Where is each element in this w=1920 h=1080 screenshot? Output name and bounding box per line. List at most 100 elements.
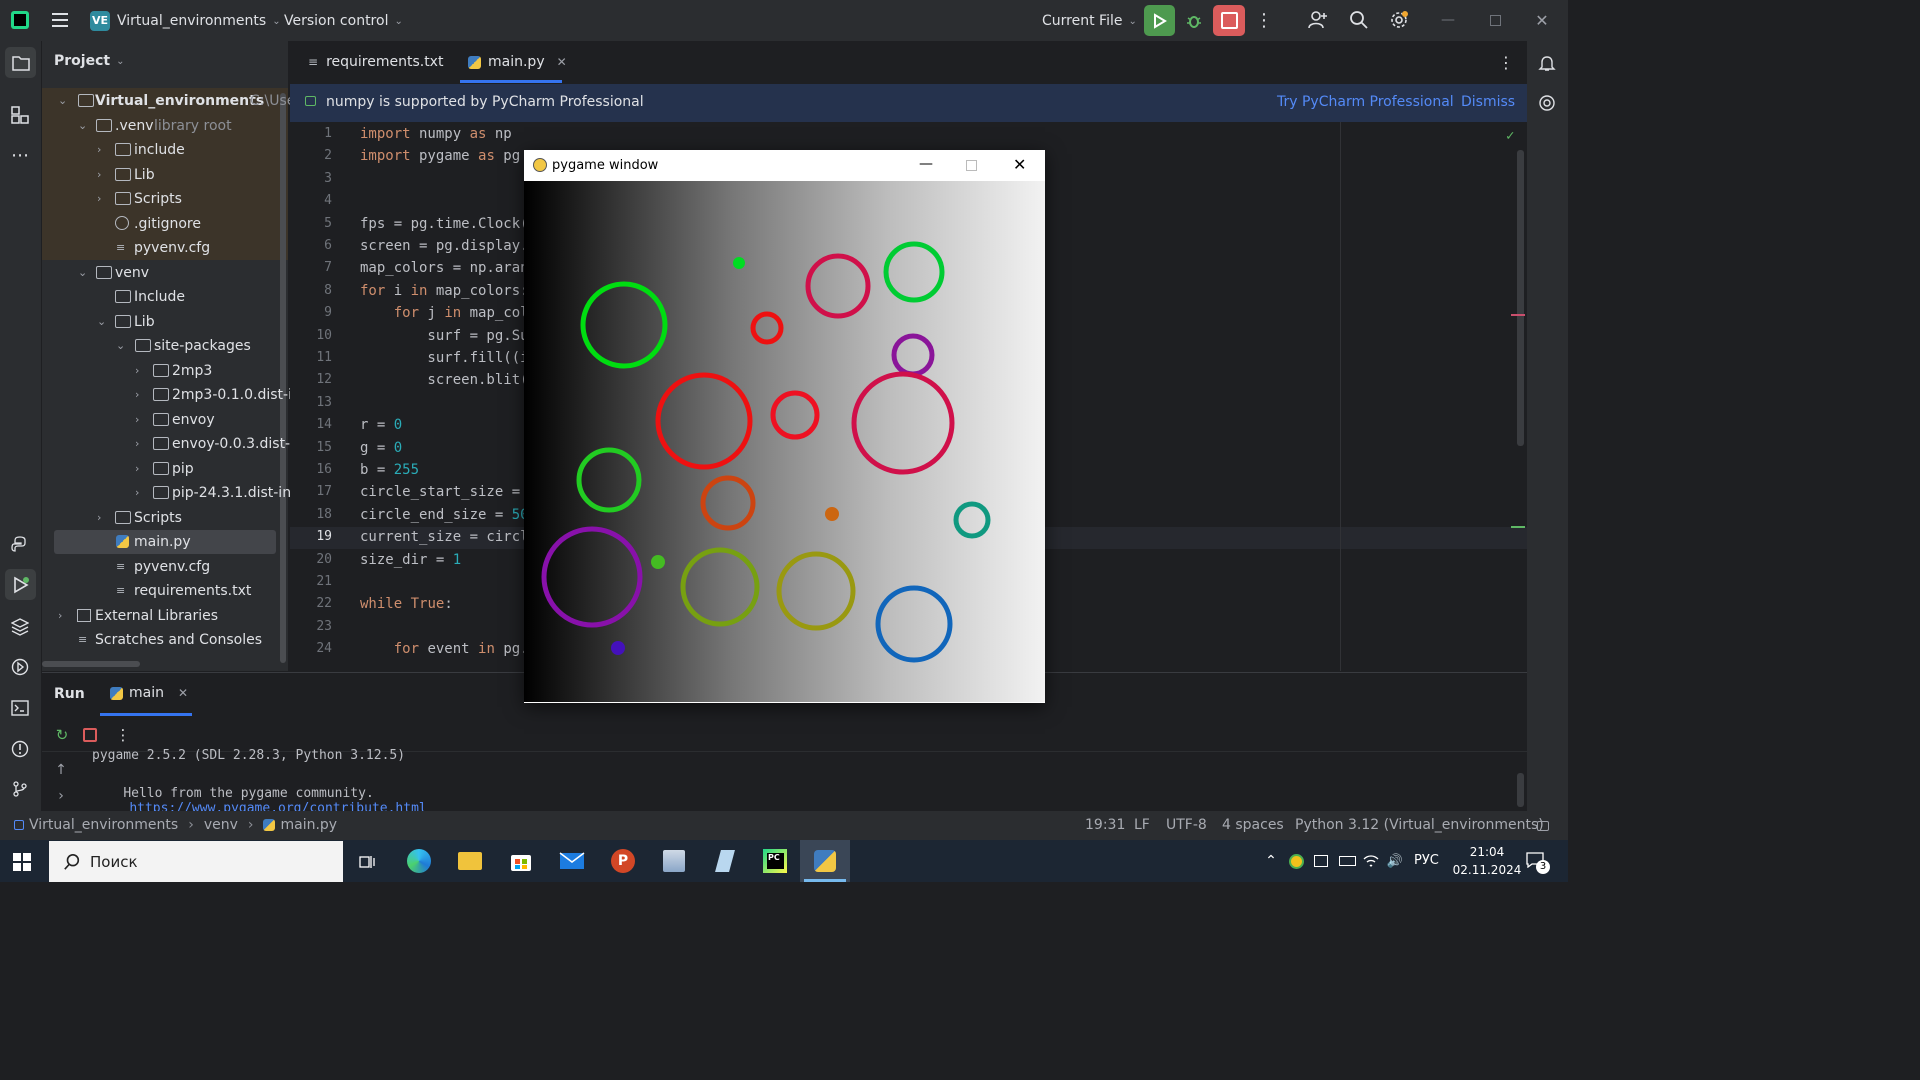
project-folder-icon[interactable] xyxy=(5,47,36,78)
tab-requirements-txt[interactable]: ≡ requirements.txt xyxy=(300,41,451,83)
line-number[interactable]: 10 xyxy=(290,328,332,343)
expand-icon[interactable]: › xyxy=(52,787,70,805)
git-branch-icon[interactable] xyxy=(8,777,32,801)
line-separator[interactable]: LF xyxy=(1134,817,1150,833)
line-number[interactable]: 9 xyxy=(290,305,332,320)
close-window-icon[interactable]: ✕ xyxy=(1530,8,1554,32)
try-professional-link[interactable]: Try PyCharm Professional xyxy=(1277,94,1454,110)
breadcrumb-project[interactable]: Virtual_environments xyxy=(29,817,178,833)
rerun-button[interactable] xyxy=(1144,5,1175,36)
line-number[interactable]: 3 xyxy=(290,171,332,186)
code-line[interactable]: map_colors = np.aran xyxy=(360,260,529,276)
panel-scrollbar[interactable] xyxy=(280,93,286,663)
tree-item-virtual-environments[interactable]: ⌄ Virtual_environments C:\Use xyxy=(42,89,295,113)
close-tab-icon[interactable]: ✕ xyxy=(557,55,567,69)
indent-setting[interactable]: 4 spaces xyxy=(1222,817,1284,833)
editor-scrollbar[interactable] xyxy=(1517,150,1524,446)
microsoft-store-icon[interactable] xyxy=(506,846,536,876)
breadcrumb-folder[interactable]: venv xyxy=(204,817,238,833)
notification-center-icon[interactable]: 3 xyxy=(1526,852,1550,874)
mail-icon[interactable] xyxy=(557,846,587,876)
minimize-window-icon[interactable]: — xyxy=(1436,8,1460,32)
more-actions-icon[interactable]: ⋮ xyxy=(1254,8,1274,32)
pygame-window[interactable]: pygame window — ✕ xyxy=(524,150,1045,703)
code-line[interactable]: for j in map_col xyxy=(360,305,529,321)
console-scrollbar[interactable] xyxy=(1517,773,1524,807)
close-tab-icon[interactable]: ✕ xyxy=(178,686,188,700)
tab-main-py[interactable]: main.py ✕ xyxy=(460,41,575,83)
line-number[interactable]: 18 xyxy=(290,507,332,522)
pycharm-taskbar-icon[interactable]: PC xyxy=(760,846,790,876)
code-line[interactable]: screen.blit( xyxy=(360,372,528,388)
security-status-icon[interactable] xyxy=(1287,852,1305,870)
code-line[interactable]: circle_start_size = xyxy=(360,484,520,500)
problems-icon[interactable] xyxy=(8,737,32,761)
line-number[interactable]: 7 xyxy=(290,260,332,275)
ai-assistant-icon[interactable] xyxy=(1535,91,1559,115)
show-hidden-icons-chevron-icon[interactable]: ⌃ xyxy=(1262,852,1280,870)
line-number[interactable]: 5 xyxy=(290,216,332,231)
close-icon[interactable]: ✕ xyxy=(1013,155,1026,174)
stop-icon[interactable] xyxy=(80,725,100,745)
line-number[interactable]: 24 xyxy=(290,641,332,656)
code-line[interactable]: surf = pg.Su xyxy=(360,328,528,344)
meet-now-icon[interactable] xyxy=(1312,852,1330,870)
project-switcher[interactable]: VE Virtual_environments ⌄ xyxy=(90,10,281,32)
edge-browser-icon[interactable] xyxy=(404,846,434,876)
tabs-more-icon[interactable]: ⋮ xyxy=(1496,51,1516,73)
rerun-icon[interactable]: ↻ xyxy=(52,725,72,745)
code-line[interactable]: for i in map_colors: xyxy=(360,283,529,299)
restore-window-icon[interactable] xyxy=(1483,8,1507,32)
line-number[interactable]: 2 xyxy=(290,148,332,163)
python-interpreter[interactable]: Python 3.12 (Virtual_environments) xyxy=(1295,817,1544,833)
notes-app-icon[interactable] xyxy=(710,846,740,876)
scroll-up-icon[interactable]: ↑ xyxy=(52,761,70,779)
line-number[interactable]: 8 xyxy=(290,283,332,298)
structure-icon[interactable] xyxy=(8,103,32,127)
code-line[interactable]: import numpy as np xyxy=(360,126,512,142)
maximize-icon[interactable] xyxy=(966,160,977,171)
battery-icon[interactable] xyxy=(1337,852,1357,870)
stop-button[interactable] xyxy=(1213,5,1245,36)
pygame-window-titlebar[interactable]: pygame window — ✕ xyxy=(524,150,1045,181)
wifi-icon[interactable] xyxy=(1362,852,1380,870)
run-tool-icon[interactable] xyxy=(5,569,36,600)
volume-icon[interactable]: 🔊 xyxy=(1386,852,1404,870)
clock[interactable]: 21:04 02.11.2024 xyxy=(1452,843,1522,879)
readonly-lock-icon[interactable] xyxy=(1537,821,1549,831)
task-view-icon[interactable] xyxy=(356,850,380,874)
line-number[interactable]: 21 xyxy=(290,574,332,589)
notifications-bell-icon[interactable] xyxy=(1535,51,1559,75)
presentation-app-icon[interactable]: P xyxy=(608,846,638,876)
code-line[interactable]: circle_end_size = 50 xyxy=(360,507,529,523)
main-menu-icon[interactable] xyxy=(52,13,68,27)
code-line[interactable]: import pygame as pg xyxy=(360,148,520,164)
line-number[interactable]: 15 xyxy=(290,440,332,455)
project-panel-header[interactable]: Project ⌄ xyxy=(54,53,124,69)
caret-position[interactable]: 19:31 xyxy=(1085,817,1125,833)
line-number[interactable]: 12 xyxy=(290,372,332,387)
python-packages-icon[interactable] xyxy=(8,615,32,639)
file-encoding[interactable]: UTF-8 xyxy=(1166,817,1207,833)
debug-button[interactable] xyxy=(1181,5,1207,36)
line-number[interactable]: 1 xyxy=(290,126,332,141)
line-number[interactable]: 11 xyxy=(290,350,332,365)
code-line[interactable]: while True: xyxy=(360,596,453,612)
line-number[interactable]: 20 xyxy=(290,552,332,567)
pygame-canvas[interactable] xyxy=(524,181,1045,702)
minimize-icon[interactable]: — xyxy=(919,156,933,172)
add-user-icon[interactable] xyxy=(1306,8,1330,32)
code-line[interactable]: for event in pg. xyxy=(360,641,529,657)
python-console-icon[interactable] xyxy=(8,533,32,557)
line-number[interactable]: 22 xyxy=(290,596,332,611)
pycharm-logo-icon[interactable] xyxy=(11,11,29,29)
more-tools-icon[interactable]: ⋯ xyxy=(8,143,32,167)
code-line[interactable]: current_size = circl xyxy=(360,529,529,545)
version-control-menu[interactable]: Version control ⌄ xyxy=(284,10,403,32)
pygame-taskbar-item[interactable] xyxy=(800,840,850,882)
code-line[interactable]: fps = pg.time.Clock( xyxy=(360,216,529,232)
breadcrumb-file[interactable]: main.py xyxy=(280,817,337,833)
line-number[interactable]: 4 xyxy=(290,193,332,208)
line-number[interactable]: 13 xyxy=(290,395,332,410)
line-number[interactable]: 23 xyxy=(290,619,332,634)
